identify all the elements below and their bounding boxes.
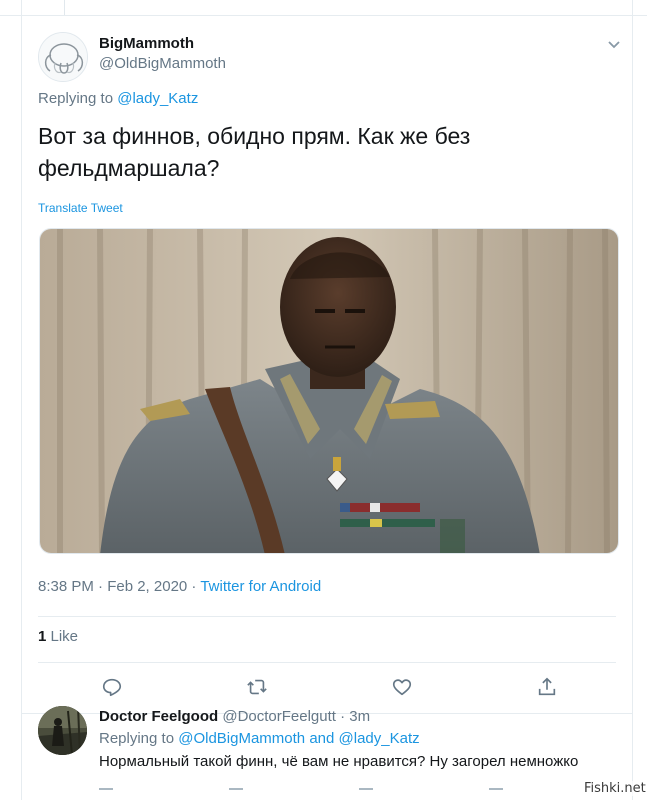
heart-icon[interactable] <box>391 676 413 698</box>
forest-figure-avatar-image <box>38 706 87 755</box>
heart-icon[interactable] <box>359 788 373 798</box>
main-tweet: BigMammoth @OldBigMammoth Replying to @l… <box>22 16 632 714</box>
timeline-border-right <box>632 0 633 800</box>
tweet-actions <box>38 676 616 700</box>
mammoth-logo-icon <box>39 33 87 81</box>
replying-to: Replying to @OldBigMammoth and @lady_Kat… <box>99 730 420 747</box>
replying-prefix: Replying to <box>38 90 114 107</box>
reply-actions <box>99 788 559 800</box>
retweet-icon[interactable] <box>246 676 268 698</box>
share-icon[interactable] <box>536 676 558 698</box>
likes-label: Like <box>46 628 79 645</box>
reply-icon[interactable] <box>99 788 113 798</box>
mention-link[interactable]: @lady_Katz <box>339 730 420 747</box>
chevron-down-icon[interactable] <box>606 36 622 52</box>
and-word: and <box>309 730 335 747</box>
share-icon[interactable] <box>489 788 503 798</box>
replying-prefix: Replying to <box>99 730 175 747</box>
reply-text: Нормальный такой финн, чё вам не нравитс… <box>99 753 579 770</box>
avatar[interactable] <box>38 706 87 755</box>
divider <box>38 616 616 617</box>
watermark: Fishki.net <box>582 781 647 796</box>
tweet-meta: 8:38 PM · Feb 2, 2020 · Twitter for Andr… <box>38 578 321 595</box>
author-handle[interactable]: @OldBigMammoth <box>99 55 226 72</box>
reply-author-name[interactable]: Doctor Feelgood <box>99 708 218 725</box>
divider <box>38 662 616 663</box>
mention-link[interactable]: @OldBigMammoth <box>178 730 305 747</box>
reply-time[interactable]: · 3m <box>340 708 370 725</box>
avatar[interactable] <box>38 32 88 82</box>
reply-tweet[interactable]: Doctor Feelgood @DoctorFeelgutt · 3m Rep… <box>22 698 632 800</box>
replying-mention-link[interactable]: @lady_Katz <box>117 90 198 107</box>
replying-to: Replying to @lady_Katz <box>38 90 198 107</box>
retweet-icon[interactable] <box>229 788 243 798</box>
tweet-photo[interactable] <box>39 228 619 554</box>
tweet-text: Вот за финнов, обидно прям. Как же без ф… <box>38 123 471 181</box>
thread-connector <box>64 0 65 16</box>
translate-tweet-link[interactable]: Translate Tweet <box>38 201 123 215</box>
client-link[interactable]: Twitter for Android <box>200 578 321 595</box>
likes-summary[interactable]: 1 Like <box>38 628 78 645</box>
reply-author-handle[interactable]: @DoctorFeelgutt <box>222 708 336 725</box>
officer-portrait-image <box>40 229 618 553</box>
author-name[interactable]: BigMammoth <box>99 35 194 52</box>
timestamp[interactable]: 8:38 PM · Feb 2, 2020 · <box>38 578 200 595</box>
reply-header: Doctor Feelgood @DoctorFeelgutt · 3m <box>99 708 370 725</box>
reply-icon[interactable] <box>101 676 123 698</box>
